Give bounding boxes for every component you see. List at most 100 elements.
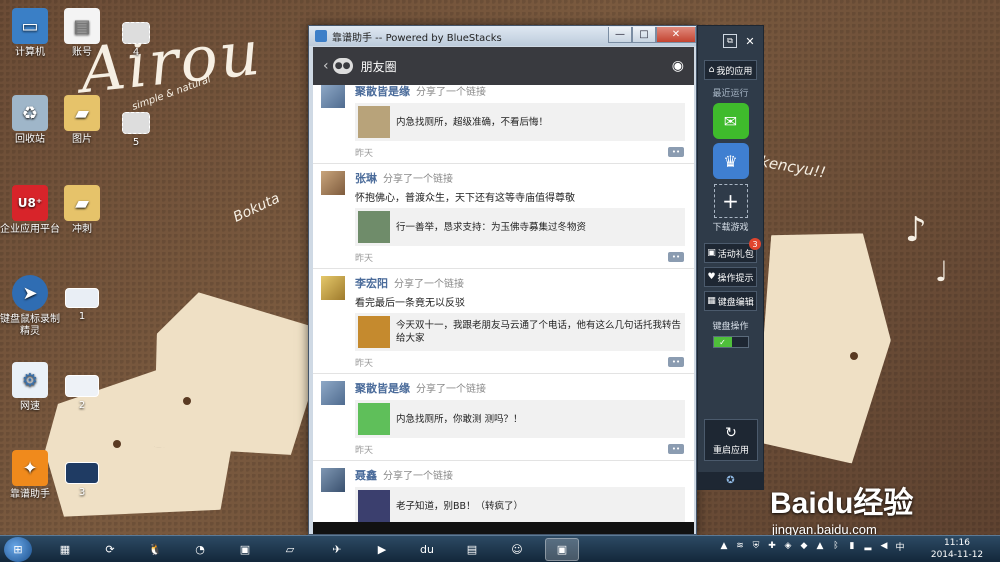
battery-icon[interactable]: ▮: [846, 540, 858, 552]
settings-star-icon[interactable]: ✪: [698, 472, 763, 489]
bluestacks-sidebar: ⧉ ✕ ⌂ 我的应用 最近运行 ✉ ♛ + 下载游戏 ▣ 活动礼包 3 ♥ 操作…: [697, 25, 764, 490]
restore-icon[interactable]: ⧉: [723, 34, 737, 48]
desktop-icon-file-3[interactable]: 3: [52, 462, 112, 499]
wifi-icon[interactable]: ≋: [734, 540, 746, 552]
taskbar-book-icon[interactable]: ▱: [273, 538, 307, 561]
comment-icon[interactable]: ••: [668, 444, 684, 454]
taskbar-du-icon[interactable]: du: [410, 538, 444, 561]
antivirus-icon[interactable]: ✚: [766, 540, 778, 552]
desktop-icon-recorder[interactable]: ➤ 键盘鼠标录制精灵: [0, 275, 60, 338]
desktop-icon-u8-platform[interactable]: U8⁺ 企业应用平台: [0, 185, 60, 236]
signal-icon[interactable]: ▂: [862, 540, 874, 552]
security-icon[interactable]: ◈: [782, 540, 794, 552]
desktop-icon-file-1[interactable]: 1: [52, 288, 112, 323]
input-method-icon[interactable]: 中: [894, 540, 906, 553]
window-titlebar[interactable]: 靠谱助手 -- Powered by BlueStacks — □ ✕: [309, 26, 696, 46]
desktop-icon-kaopu-assistant[interactable]: ✦ 靠谱助手: [0, 450, 60, 501]
avatar[interactable]: [321, 171, 345, 195]
add-game-icon[interactable]: +: [713, 184, 748, 218]
maximize-button[interactable]: □: [632, 27, 656, 43]
camera-icon[interactable]: ◉: [672, 58, 684, 74]
tray-arrow-icon[interactable]: ▲: [718, 540, 730, 552]
tips-button[interactable]: ♥ 操作提示: [704, 267, 757, 287]
post-author[interactable]: 聚散皆是缘: [355, 382, 410, 395]
desktop-icon-account[interactable]: ▤ 账号: [52, 8, 112, 59]
taskbar-send-icon[interactable]: ✈: [320, 538, 354, 561]
avatar[interactable]: [321, 85, 345, 108]
link-card[interactable]: 内急找厕所，超级准确，不看后悔！: [355, 103, 685, 141]
pin-icon: [113, 440, 121, 448]
tip-icon: ♥: [707, 272, 716, 282]
desktop-icon-file-2[interactable]: 2: [52, 375, 112, 412]
keyboard-op-toggle[interactable]: ✓: [712, 336, 749, 348]
post-author[interactable]: 张琳: [355, 172, 377, 185]
post-action: 分享了一个链接: [383, 471, 453, 482]
link-card[interactable]: 老子知道，别BB！（转疯了）: [355, 487, 685, 522]
folder-icon: ▰: [64, 185, 100, 221]
game-app-icon[interactable]: ♛: [712, 143, 749, 179]
link-card[interactable]: 今天双十一，我跟老朋友马云通了个电话，他有这么几句话托我转告给大家: [355, 313, 685, 351]
close-icon[interactable]: ✕: [743, 34, 757, 48]
desktop-icon-net-speed[interactable]: ⚙ 网速: [0, 362, 60, 413]
taskbar-sync-icon[interactable]: ⟳: [93, 538, 127, 561]
taskbar-app-icon[interactable]: ▣: [228, 538, 262, 561]
desktop-icon-recycle-bin[interactable]: ♻ 回收站: [0, 95, 60, 146]
taskbar-film-icon[interactable]: ▤: [455, 538, 489, 561]
window-title: 靠谱助手 -- Powered by BlueStacks: [332, 32, 502, 44]
avatar[interactable]: [321, 381, 345, 405]
wechat-icon[interactable]: ●●: [332, 58, 353, 74]
taskbar-media-icon[interactable]: ▶: [365, 538, 399, 561]
post-author[interactable]: 聂鑫: [355, 469, 377, 482]
post-author[interactable]: 李宏阳: [355, 277, 388, 290]
desktop-icon-file-4[interactable]: 4: [106, 22, 166, 59]
avatar[interactable]: [321, 468, 345, 492]
moments-feed[interactable]: 聚散皆是缘 分享了一个链接 内急找厕所，超级准确，不看后悔！ 昨天 •• 张琳 分享…: [313, 85, 694, 522]
close-button[interactable]: ✕: [656, 27, 696, 43]
download-games-label[interactable]: 下载游戏: [698, 220, 763, 233]
wallpaper-text-left: Bokuta: [230, 190, 283, 226]
link-thumbnail: [358, 403, 390, 435]
taskbar-bluestacks-icon[interactable]: ▣: [545, 538, 579, 561]
post-author[interactable]: 聚散皆是缘: [355, 85, 410, 98]
feed-post: 聂鑫分享了一个链接 老子知道，别BB！（转疯了） 昨天 ••: [313, 461, 694, 522]
recent-label: 最近运行: [712, 89, 749, 99]
warning-icon[interactable]: ▲: [814, 540, 826, 552]
wallpaper-paper-right: [748, 224, 901, 466]
link-card[interactable]: 行一善举，恳求支持：为玉佛寺募集过冬物资: [355, 208, 685, 246]
comment-icon[interactable]: ••: [668, 147, 684, 157]
kaopu-icon: ✦: [12, 450, 48, 486]
tray-app-icon[interactable]: ◆: [798, 540, 810, 552]
gift-icon: ▣: [707, 248, 716, 258]
restart-app-button[interactable]: ↻ 重启应用: [704, 419, 758, 461]
post-action: 分享了一个链接: [416, 87, 486, 98]
wechat-app-icon[interactable]: ✉: [712, 103, 749, 139]
taskbar-qq-icon[interactable]: 🐧: [138, 538, 172, 561]
image-file-icon: [122, 112, 150, 134]
back-arrow-icon[interactable]: ‹: [323, 58, 329, 74]
comment-icon[interactable]: ••: [668, 357, 684, 367]
post-time: 昨天: [355, 445, 374, 456]
desktop-icon-computer[interactable]: ▭ 计算机: [0, 8, 60, 59]
bluetooth-icon[interactable]: ᛒ: [830, 540, 842, 552]
avatar[interactable]: [321, 276, 345, 300]
desktop-icon-pictures[interactable]: ▰ 图片: [52, 95, 112, 146]
desktop-icon-sprint[interactable]: ▰ 冲刺: [52, 185, 112, 236]
taskbar-speedometer-icon[interactable]: ◔: [183, 538, 217, 561]
desktop-icon-file-5[interactable]: 5: [106, 112, 166, 149]
taskbar-calc-icon[interactable]: ▦: [48, 538, 82, 561]
comment-icon[interactable]: ••: [668, 252, 684, 262]
taskbar-doraemon-icon[interactable]: ☺: [500, 538, 534, 561]
key-edit-button[interactable]: ▦ 键盘编辑: [704, 291, 757, 311]
pin-icon: [183, 397, 191, 405]
clock-date: 2014-11-12: [930, 550, 984, 560]
system-clock[interactable]: 11:16 2014-11-12: [928, 537, 986, 561]
shield-icon[interactable]: ⛨: [750, 540, 762, 552]
my-apps-button[interactable]: ⌂ 我的应用: [704, 60, 757, 80]
start-button[interactable]: ⊞: [4, 537, 32, 562]
minimize-button[interactable]: —: [608, 27, 632, 43]
activity-gift-button[interactable]: ▣ 活动礼包 3: [704, 238, 761, 263]
image-file-icon: [122, 22, 150, 44]
post-text: 看完最后一条竟无以反驳: [355, 298, 465, 309]
link-card[interactable]: 内急找厕所，你敢测 测吗？！: [355, 400, 685, 438]
volume-icon[interactable]: ◀: [878, 540, 890, 552]
